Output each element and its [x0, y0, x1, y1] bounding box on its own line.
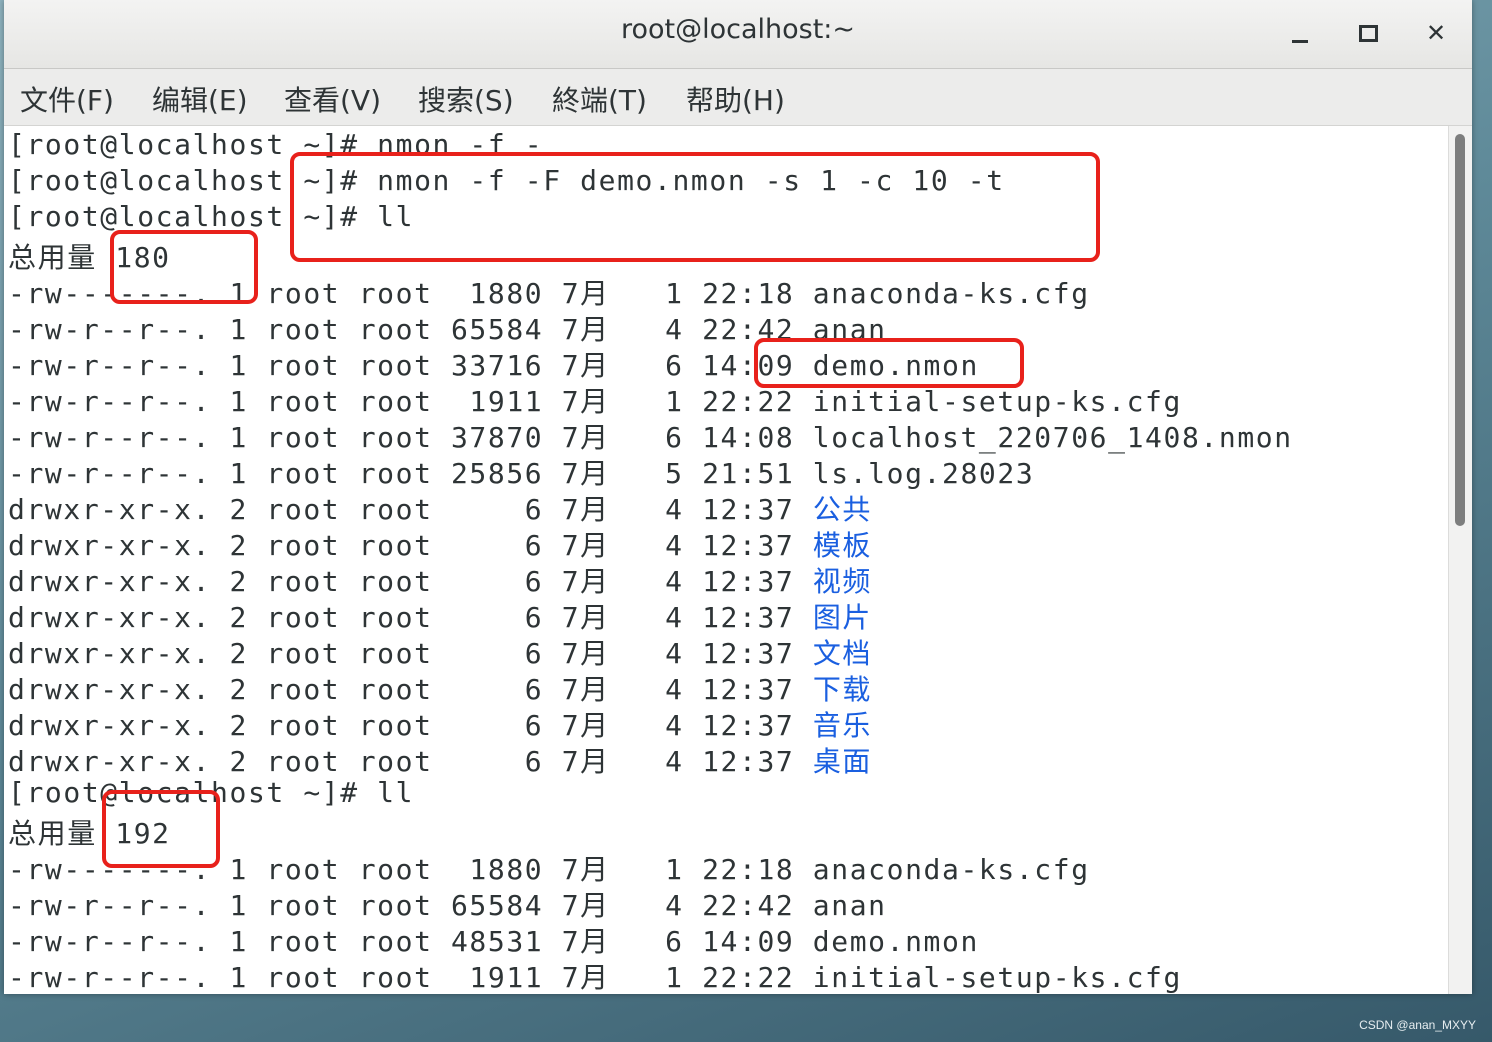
- menu-file[interactable]: 文件(F): [20, 79, 114, 119]
- annotation-box-command: [290, 152, 1100, 262]
- terminal-line: drwxr-xr-x. 2 root root 6 7月 4 12:37 文档: [8, 637, 873, 670]
- maximize-button[interactable]: [1348, 14, 1388, 52]
- close-button[interactable]: ✕: [1416, 14, 1456, 52]
- terminal-line: -rw-r--r--. 1 root root 1911 7月 1 22:22 …: [8, 961, 1182, 994]
- menu-bar: 文件(F) 编辑(E) 查看(V) 搜索(S) 終端(T) 帮助(H): [4, 69, 1472, 126]
- terminal-line: -rw-r--r--. 1 root root 65584 7月 4 22:42…: [8, 313, 887, 346]
- title-bar[interactable]: root@localhost:~ ✕: [4, 0, 1472, 69]
- maximize-icon: [1358, 24, 1378, 42]
- scrollbar-thumb[interactable]: [1455, 134, 1465, 526]
- annotation-box-total-180: [110, 230, 258, 304]
- menu-view[interactable]: 查看(V): [284, 79, 381, 119]
- annotation-box-total-192: [102, 790, 220, 868]
- terminal-line: -rw-r--r--. 1 root root 48531 7月 6 14:09…: [8, 925, 979, 958]
- terminal-line: -rw-r--r--. 1 root root 25856 7月 5 21:51…: [8, 457, 1035, 490]
- directory-name: 视频: [812, 565, 873, 598]
- terminal-line: drwxr-xr-x. 2 root root 6 7月 4 12:37 图片: [8, 601, 873, 634]
- terminal-line: drwxr-xr-x. 2 root root 6 7月 4 12:37 桌面: [8, 745, 873, 778]
- terminal-line: drwxr-xr-x. 2 root root 6 7月 4 12:37 下载: [8, 673, 873, 706]
- directory-name: 下载: [812, 673, 873, 706]
- terminal-line: -rw-r--r--. 1 root root 65584 7月 4 22:42…: [8, 889, 887, 922]
- menu-edit[interactable]: 编辑(E): [152, 79, 248, 119]
- menu-terminal[interactable]: 終端(T): [552, 79, 647, 119]
- directory-name: 图片: [812, 601, 873, 634]
- directory-name: 音乐: [812, 709, 873, 742]
- directory-name: 文档: [812, 637, 873, 670]
- terminal-line: drwxr-xr-x. 2 root root 6 7月 4 12:37 视频: [8, 565, 873, 598]
- watermark: CSDN @anan_MXYY: [1359, 1018, 1476, 1032]
- terminal-line: -rw-r--r--. 1 root root 37870 7月 6 14:08…: [8, 421, 1293, 454]
- menu-help[interactable]: 帮助(H): [686, 79, 785, 119]
- terminal-line: drwxr-xr-x. 2 root root 6 7月 4 12:37 音乐: [8, 709, 873, 742]
- directory-name: 模板: [812, 529, 873, 562]
- vertical-scrollbar[interactable]: [1448, 126, 1472, 994]
- terminal-line: drwxr-xr-x. 2 root root 6 7月 4 12:37 模板: [8, 529, 873, 562]
- minimize-icon: [1292, 39, 1308, 43]
- minimize-button[interactable]: [1280, 14, 1320, 52]
- directory-name: 公共: [812, 493, 873, 526]
- directory-name: 桌面: [812, 745, 873, 778]
- terminal-window: root@localhost:~ ✕ 文件(F) 编辑(E) 查看(V) 搜索(…: [4, 0, 1472, 994]
- annotation-box-demo-nmon: [754, 338, 1024, 388]
- menu-search[interactable]: 搜索(S): [418, 79, 514, 119]
- close-icon: ✕: [1425, 19, 1447, 47]
- terminal-line: drwxr-xr-x. 2 root root 6 7月 4 12:37 公共: [8, 493, 873, 526]
- window-title: root@localhost:~: [620, 14, 856, 45]
